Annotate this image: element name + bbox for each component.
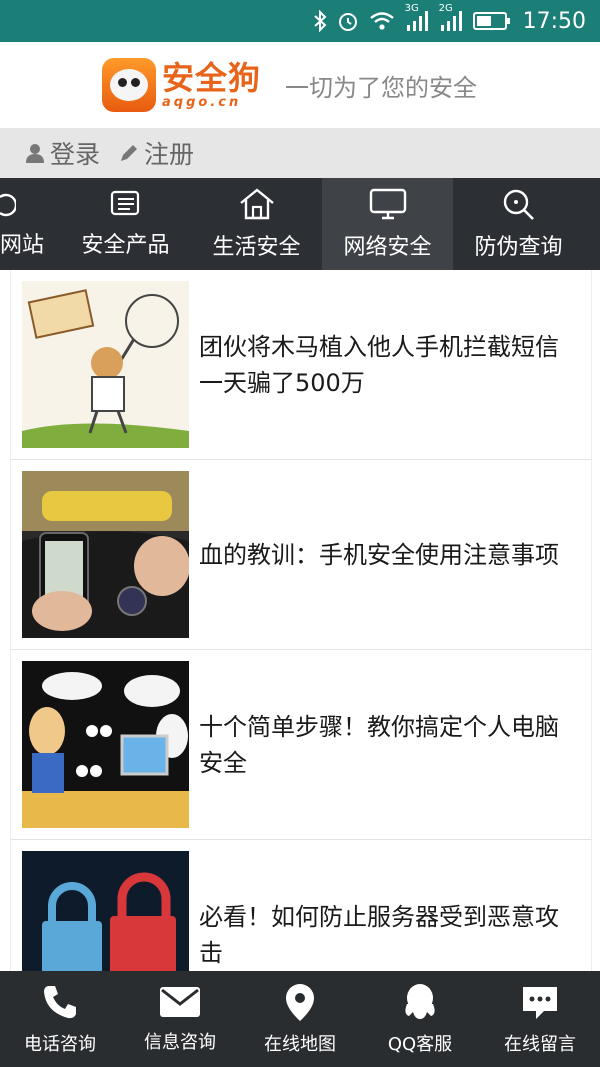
list-item[interactable]: 十个简单步骤！教你搞定个人电脑安全	[11, 650, 591, 840]
user-icon	[26, 144, 44, 163]
article-title: 必看！如何防止服务器受到恶意攻击	[199, 902, 559, 967]
nav-item-life-security[interactable]: 生活安全	[191, 178, 322, 270]
login-link[interactable]: 登录	[24, 135, 100, 171]
network-3g-label: 3G	[404, 3, 419, 14]
network-2g-label: 2G	[438, 3, 453, 14]
article-list: 团伙将木马植入他人手机拦截短信 一天骗了500万 血的教训：手机安全使用注意事项	[10, 270, 592, 971]
list-item[interactable]: 血的教训：手机安全使用注意事项	[11, 460, 591, 650]
login-label: 登录	[50, 140, 101, 169]
nav-item-anti-counterfeit[interactable]: 防伪查询	[453, 178, 584, 270]
online-map-button[interactable]: 在线地图	[240, 971, 360, 1067]
home-icon	[239, 188, 274, 220]
phone-icon	[44, 986, 76, 1019]
nav-label: 网站	[0, 233, 45, 258]
nav-label: 生活安全	[212, 235, 301, 260]
message-consult-button[interactable]: 信息咨询	[120, 971, 240, 1067]
site-header: 安全狗 aqgo.cn 一切为了您的安全	[0, 42, 600, 128]
bottom-label: 信息咨询	[144, 1032, 216, 1053]
article-thumbnail	[22, 661, 189, 828]
site-logo[interactable]: 安全狗 aqgo.cn	[102, 58, 261, 112]
nav-label: 防伪查询	[474, 235, 563, 260]
clock: 17:50	[522, 8, 586, 34]
article-thumbnail	[22, 851, 189, 971]
wifi-icon	[369, 11, 395, 31]
search-icon	[503, 189, 534, 220]
article-title: 血的教训：手机安全使用注意事项	[199, 540, 559, 569]
signal-3g-icon: 3G	[405, 3, 429, 31]
category-nav: 网站 安全产品 生活安全 网络安全 防伪查询	[0, 178, 600, 270]
nav-label: 安全产品	[81, 233, 170, 258]
bottom-label: 在线地图	[264, 1034, 336, 1055]
bluetooth-icon	[313, 10, 327, 32]
list-item[interactable]: 必看！如何防止服务器受到恶意攻击	[11, 840, 591, 971]
list-item[interactable]: 团伙将木马植入他人手机拦截短信 一天骗了500万	[11, 270, 591, 460]
map-pin-icon	[286, 984, 314, 1021]
qq-icon	[405, 984, 435, 1019]
chat-icon	[523, 987, 557, 1019]
nav-item-website[interactable]: 网站	[0, 178, 60, 270]
alarm-icon	[337, 10, 359, 32]
bottom-label: 在线留言	[504, 1034, 576, 1055]
mail-icon	[160, 987, 200, 1017]
nav-label: 网络安全	[343, 235, 432, 260]
phone-consult-button[interactable]: 电话咨询	[0, 971, 120, 1067]
bottom-label: 电话咨询	[24, 1034, 96, 1055]
monitor-icon	[369, 188, 406, 220]
qq-service-button[interactable]: QQ客服	[360, 971, 480, 1067]
refresh-icon	[0, 193, 16, 217]
register-link[interactable]: 注册	[118, 135, 194, 171]
nav-item-network-security[interactable]: 网络安全	[322, 178, 453, 270]
logo-cn-text: 安全狗	[162, 58, 262, 97]
slogan: 一切为了您的安全	[285, 73, 478, 102]
login-bar: 登录 注册	[0, 128, 600, 178]
article-thumbnail	[22, 471, 189, 638]
article-title: 十个简单步骤！教你搞定个人电脑安全	[199, 712, 559, 777]
signal-2g-icon: 2G	[439, 3, 463, 31]
article-thumbnail	[22, 281, 189, 448]
logo-en-text: aqgo.cn	[162, 94, 242, 110]
bottom-label: QQ客服	[387, 1034, 453, 1055]
dog-logo-icon	[102, 58, 156, 112]
pencil-icon	[121, 145, 138, 161]
list-icon	[110, 190, 139, 216]
bottom-contact-bar: 电话咨询 信息咨询 在线地图 QQ客服 在线留言	[0, 971, 600, 1067]
article-title: 团伙将木马植入他人手机拦截短信 一天骗了500万	[199, 332, 559, 397]
register-label: 注册	[144, 140, 195, 169]
online-message-button[interactable]: 在线留言	[480, 971, 600, 1067]
nav-item-security-products[interactable]: 安全产品	[60, 178, 191, 270]
status-bar: 3G 2G 17:50	[0, 0, 600, 42]
battery-icon	[472, 12, 511, 30]
